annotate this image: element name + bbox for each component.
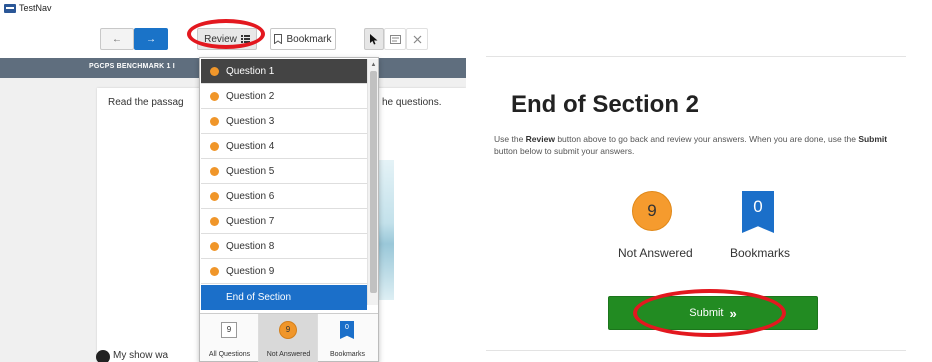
- toolbar: ← → Review Bookmark: [0, 18, 466, 58]
- passage-instructions-end: he questions.: [382, 97, 442, 108]
- bookmark-button-label: Bookmark: [286, 33, 332, 45]
- end-of-section-item[interactable]: End of Section: [201, 285, 367, 310]
- divider: [486, 56, 906, 57]
- question-label: Question 5: [226, 166, 275, 177]
- instructions-submit-word: Submit: [858, 134, 888, 144]
- not-answered-dot-icon: [210, 117, 219, 126]
- not-answered-dot-icon: [210, 167, 219, 176]
- section-instructions: Use the Review button above to go back a…: [494, 133, 904, 157]
- instructions-text: button above to go back and review your …: [554, 134, 859, 144]
- question-list-item[interactable]: Question 8: [201, 234, 367, 259]
- window-titlebar: TestNav: [0, 0, 466, 18]
- bookmarks-count-badge[interactable]: 0: [742, 191, 774, 233]
- filter-tab-all-questions[interactable]: 9 All Questions: [200, 314, 259, 362]
- filter-tab-label: All Questions: [208, 351, 251, 358]
- filter-tab-label: Bookmarks: [329, 351, 365, 358]
- bookmarks-count-icon: 0: [340, 321, 354, 339]
- arrow-right-icon: →: [146, 33, 156, 45]
- question-list-item[interactable]: Question 5: [201, 159, 367, 184]
- divider: [486, 350, 906, 351]
- all-questions-count-icon: 9: [221, 322, 237, 338]
- question-list-item[interactable]: Question 3: [201, 109, 367, 134]
- question-list-item[interactable]: Question 2: [201, 84, 367, 109]
- end-of-section-label: End of Section: [226, 292, 292, 303]
- test-name: PGCPS BENCHMARK 1 I: [89, 63, 175, 70]
- question-list-item[interactable]: Question 7: [201, 209, 367, 234]
- end-of-section-screen: End of Section 2 Use the Review button a…: [466, 0, 932, 362]
- answer-eliminator-icon: [389, 34, 401, 44]
- testnav-app-icon: [4, 4, 16, 13]
- back-button[interactable]: ←: [100, 28, 134, 50]
- not-answered-dot-icon: [210, 67, 219, 76]
- bookmark-button[interactable]: Bookmark: [270, 28, 336, 50]
- filter-tab-bookmarks[interactable]: 0 Bookmarks: [318, 314, 377, 362]
- review-button[interactable]: Review: [197, 28, 257, 50]
- question-label: Question 4: [226, 141, 275, 152]
- review-filter-tabs: 9 All Questions 9 Not Answered 0 Bookmar…: [200, 313, 378, 362]
- arrow-left-icon: ←: [112, 33, 122, 45]
- question-label: Question 8: [226, 241, 275, 252]
- next-button[interactable]: →: [134, 28, 168, 50]
- scrollbar-thumb[interactable]: [370, 71, 377, 293]
- instructions-text: button below to submit your answers.: [494, 146, 635, 156]
- question-list-item[interactable]: Question 1: [201, 59, 367, 84]
- scroll-up-icon[interactable]: ▲: [368, 61, 379, 69]
- bookmarks-label: Bookmarks: [730, 246, 791, 260]
- question-number-badge: [96, 350, 110, 362]
- question-label: Question 6: [226, 191, 275, 202]
- not-answered-count-badge[interactable]: 9: [632, 191, 672, 231]
- review-dropdown: Question 1 Question 2 Question 3 Question 4…: [199, 57, 379, 362]
- question-label: Question 9: [226, 266, 275, 277]
- question-label: Question 7: [226, 216, 275, 227]
- question-list-item[interactable]: Question 9: [201, 259, 367, 284]
- close-icon: [413, 35, 421, 43]
- not-answered-dot-icon: [210, 142, 219, 151]
- passage-instructions-start: Read the passag: [108, 97, 184, 108]
- instructions-review-word: Review: [525, 134, 555, 144]
- review-button-label: Review: [204, 33, 237, 45]
- not-answered-dot-icon: [210, 242, 219, 251]
- question-label: Question 2: [226, 91, 275, 102]
- app-title: TestNav: [19, 3, 52, 13]
- question-text: My show wa: [113, 350, 169, 361]
- testnav-review-screen: TestNav ← → Review Bookmark PGCPS BENCHM…: [0, 0, 466, 362]
- not-answered-dot-icon: [210, 192, 219, 201]
- question-label: Question 1: [226, 66, 275, 77]
- bookmark-icon: [274, 34, 283, 44]
- not-answered-label: Not Answered: [618, 246, 693, 260]
- not-answered-count-icon: 9: [279, 321, 297, 339]
- submit-button[interactable]: Submit »: [608, 296, 818, 330]
- question-label: Question 3: [226, 116, 275, 127]
- not-answered-dot-icon: [210, 217, 219, 226]
- answer-eliminator-button[interactable]: [384, 28, 406, 50]
- pointer-tool-button[interactable]: [364, 28, 384, 50]
- list-icon: [240, 35, 250, 43]
- submit-button-label: Submit: [689, 307, 724, 319]
- question-list-item[interactable]: Question 6: [201, 184, 367, 209]
- section-title: End of Section 2: [511, 91, 700, 118]
- close-tool-button[interactable]: [406, 28, 428, 50]
- question-list-item[interactable]: Question 4: [201, 134, 367, 159]
- not-answered-dot-icon: [210, 267, 219, 276]
- filter-tab-not-answered[interactable]: 9 Not Answered: [259, 314, 318, 362]
- double-chevron-right-icon: »: [729, 305, 737, 321]
- cursor-icon: [370, 33, 378, 44]
- not-answered-dot-icon: [210, 92, 219, 101]
- dropdown-scrollbar[interactable]: ▲: [367, 59, 378, 305]
- filter-tab-label: Not Answered: [266, 351, 311, 358]
- instructions-text: Use the: [494, 134, 526, 144]
